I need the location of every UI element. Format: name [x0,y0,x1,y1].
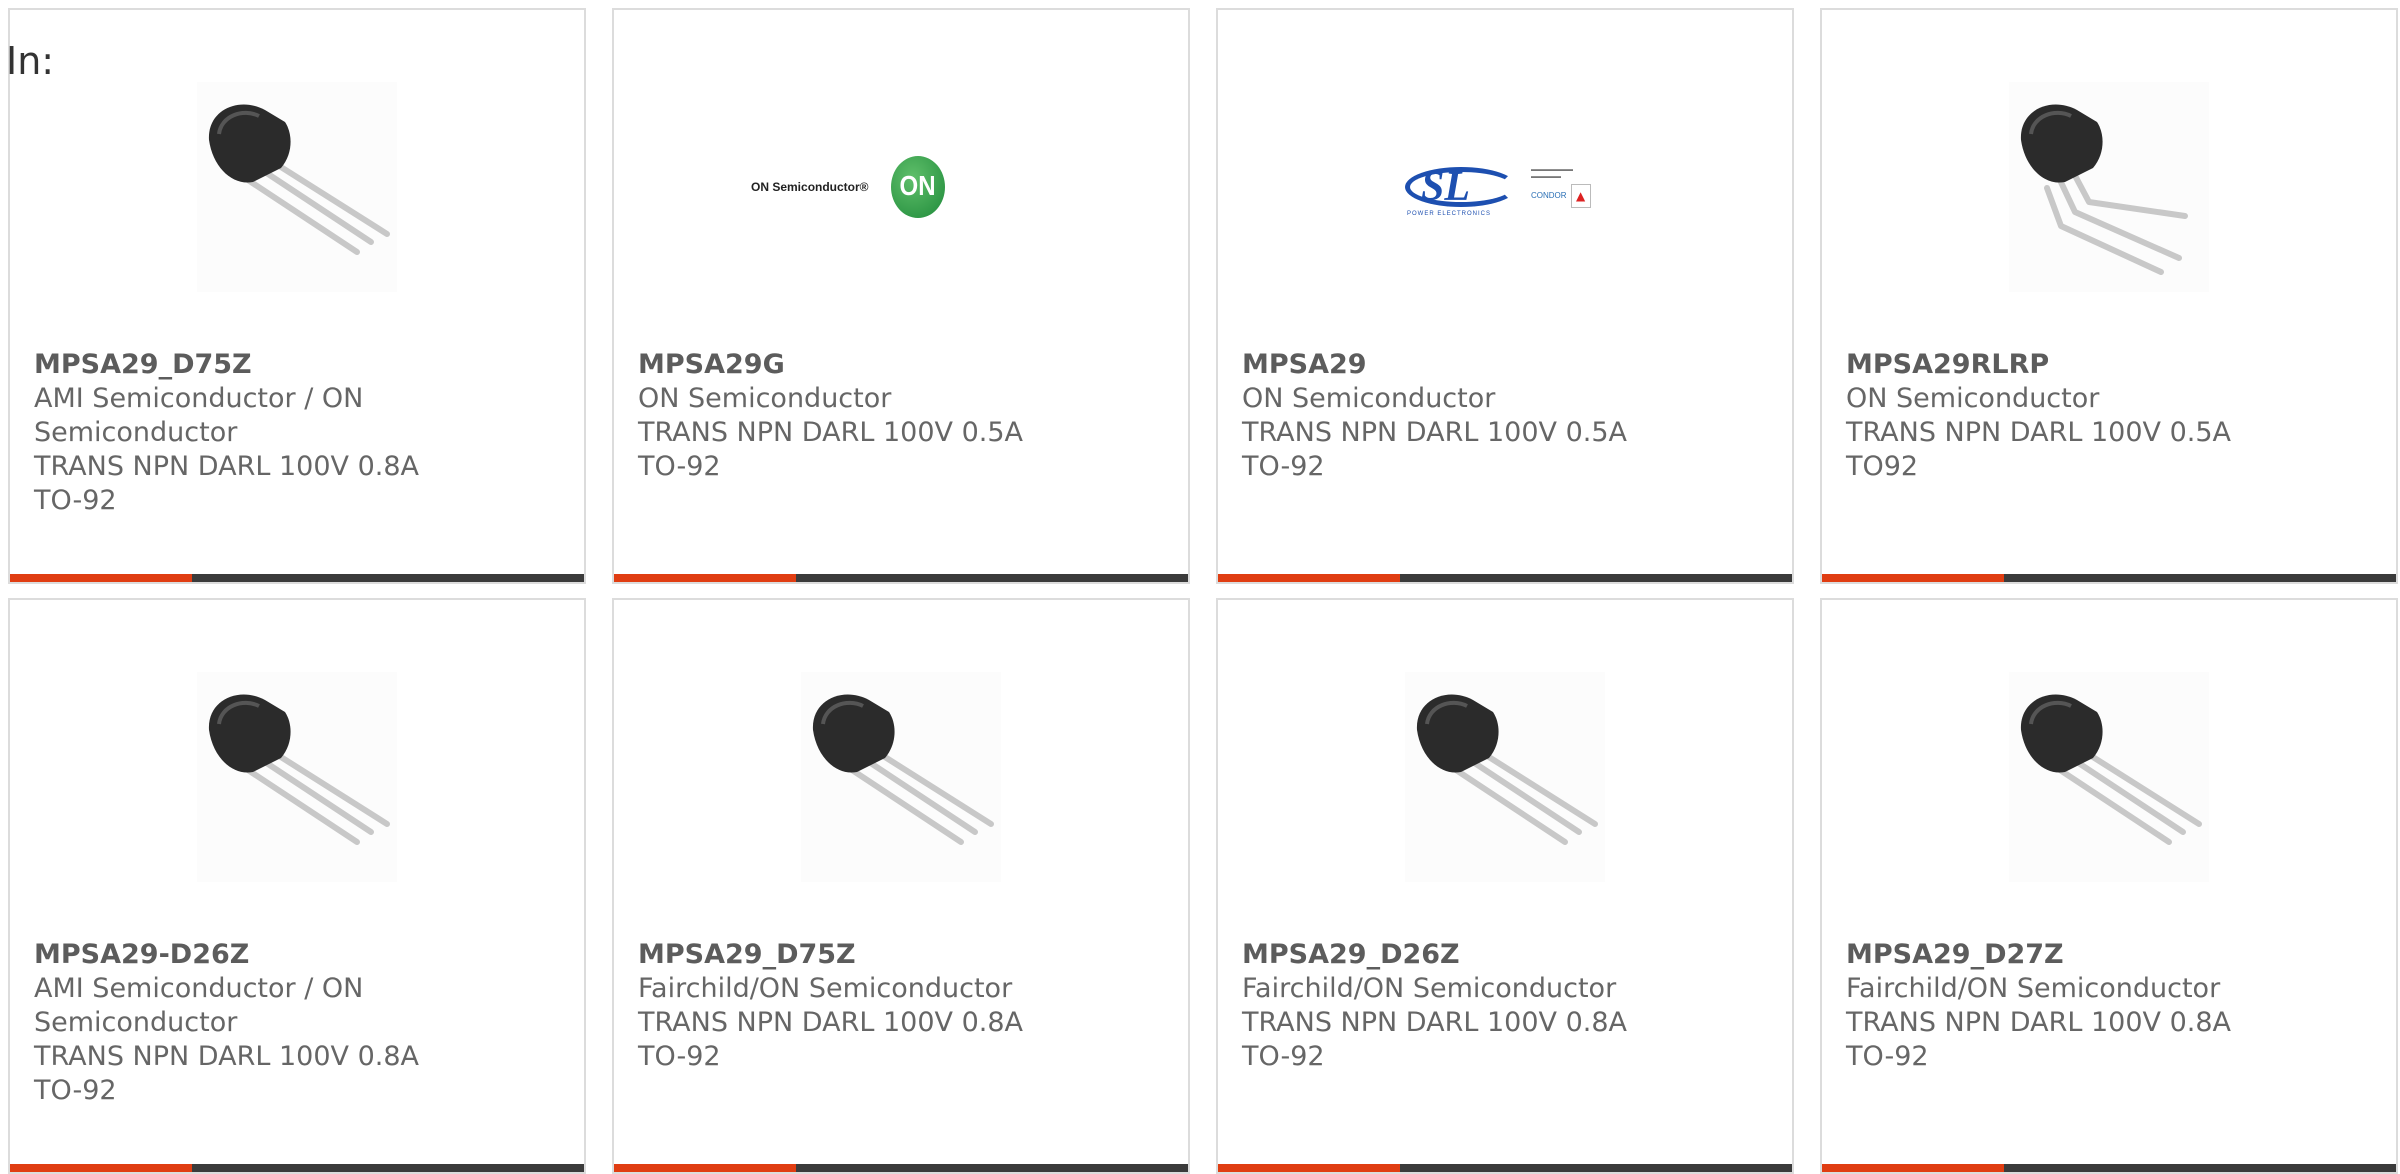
card-bar [1218,574,1792,582]
card-bar [614,1164,1188,1172]
part-number[interactable]: MPSA29-D26Z [34,938,464,972]
part-number[interactable]: MPSA29 [1242,348,1672,382]
part-number[interactable]: MPSA29_D26Z [1242,938,1672,972]
description: TRANS NPN DARL 100V 0.5A TO92 [1846,417,2231,482]
transistor-image[interactable] [1405,672,1605,882]
transistor-image[interactable] [197,82,397,292]
logo-brand2: CONDOR [1531,191,1567,200]
product-card[interactable]: MPSA29_D26Z Fairchild/ON Semiconductor T… [1216,598,1794,1174]
sl-power-electronics-logo[interactable]: SL POWER ELECTRONICS ▬▬▬▬▬▬▬ ▬▬▬▬▬ CONDOR… [1405,82,1605,292]
on-semiconductor-logo[interactable]: ON Semiconductor® ON [751,82,1001,292]
card-bar [614,574,1188,582]
part-number[interactable]: MPSA29RLRP [1846,348,2276,382]
product-card[interactable]: MPSA29_D75Z Fairchild/ON Semiconductor T… [612,598,1190,1174]
transistor-icon [801,672,1001,882]
transistor-bent-leads-icon [2009,82,2209,292]
product-card[interactable]: SL POWER ELECTRONICS ▬▬▬▬▬▬▬ ▬▬▬▬▬ CONDOR… [1216,8,1794,584]
card-bar-accent [1218,574,1400,582]
transistor-icon [197,82,397,292]
manufacturer: Fairchild/ON Semiconductor [638,973,1013,1004]
card-bar-accent [10,574,192,582]
description: TRANS NPN DARL 100V 0.8A TO-92 [34,1041,419,1106]
transistor-icon [1405,672,1605,882]
logo-wordmark: ON Semiconductor® [751,180,869,194]
part-number[interactable]: MPSA29_D27Z [1846,938,2276,972]
warning-badge-icon: ▲ [1570,183,1591,208]
part-number[interactable]: MPSA29_D75Z [638,938,1068,972]
manufacturer: ON Semiconductor [1846,383,2100,414]
product-grid: MPSA29_D75Z AMI Semiconductor / ON Semic… [8,8,2398,1174]
in-label: In: [6,39,55,83]
manufacturer: ON Semiconductor [638,383,892,414]
transistor-icon [197,672,397,882]
card-bar-accent [614,574,796,582]
product-card[interactable]: MPSA29_D27Z Fairchild/ON Semiconductor T… [1820,598,2398,1174]
description: TRANS NPN DARL 100V 0.5A TO-92 [1242,417,1627,482]
product-card[interactable]: MPSA29-D26Z AMI Semiconductor / ON Semic… [8,598,586,1174]
logo-mark: ON [890,155,945,219]
transistor-image[interactable] [197,672,397,882]
product-card[interactable]: MPSA29_D75Z AMI Semiconductor / ON Semic… [8,8,586,584]
card-bar [1822,1164,2396,1172]
card-bar-accent [1218,1164,1400,1172]
transistor-image[interactable] [2009,672,2209,882]
manufacturer: ON Semiconductor [1242,383,1496,414]
manufacturer: AMI Semiconductor / ON Semiconductor [34,973,364,1038]
card-bar [1822,574,2396,582]
part-number[interactable]: MPSA29G [638,348,1068,382]
product-card[interactable]: ON Semiconductor® ON MPSA29G ON Semicond… [612,8,1190,584]
description: TRANS NPN DARL 100V 0.8A TO-92 [1846,1007,2231,1072]
logo-mark: SL [1421,164,1471,210]
description: TRANS NPN DARL 100V 0.5A TO-92 [638,417,1023,482]
product-card[interactable]: MPSA29RLRP ON Semiconductor TRANS NPN DA… [1820,8,2398,584]
description: TRANS NPN DARL 100V 0.8A TO-92 [638,1007,1023,1072]
description: TRANS NPN DARL 100V 0.8A TO-92 [1242,1007,1627,1072]
logo-subtitle: POWER ELECTRONICS [1407,211,1492,217]
on-semiconductor-logo-icon: ON Semiconductor® ON [751,155,1001,219]
description: TRANS NPN DARL 100V 0.8A TO-92 [34,451,419,516]
card-bar-accent [614,1164,796,1172]
card-bar [1218,1164,1792,1172]
logo-fine-print-icon: ▬▬▬▬▬▬▬ ▬▬▬▬▬ [1531,166,1573,180]
manufacturer: Fairchild/ON Semiconductor [1242,973,1617,1004]
card-bar [10,574,584,582]
card-bar-accent [1822,1164,2004,1172]
card-bar-accent [10,1164,192,1172]
card-bar [10,1164,584,1172]
sl-power-electronics-logo-icon: SL POWER ELECTRONICS ▬▬▬▬▬▬▬ ▬▬▬▬▬ CONDOR… [1405,163,1605,217]
manufacturer: Fairchild/ON Semiconductor [1846,973,2221,1004]
manufacturer: AMI Semiconductor / ON Semiconductor [34,383,364,448]
card-bar-accent [1822,574,2004,582]
transistor-image[interactable] [801,672,1001,882]
transistor-image[interactable] [2009,82,2209,292]
transistor-icon [2009,672,2209,882]
part-number[interactable]: MPSA29_D75Z [34,348,464,382]
